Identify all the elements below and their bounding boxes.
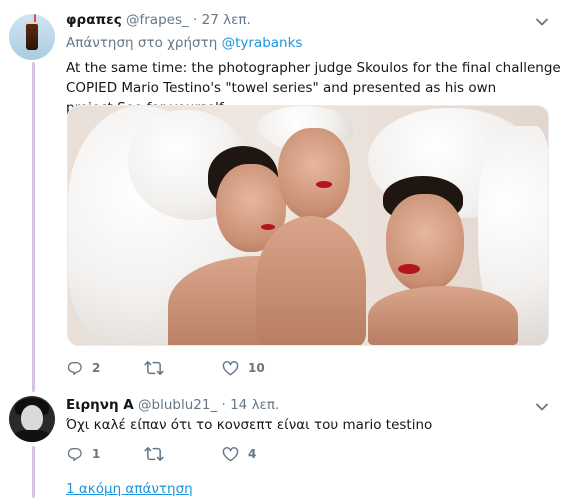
retweet-button[interactable] — [144, 446, 173, 462]
retweet-button[interactable] — [144, 360, 173, 376]
reply-icon — [67, 447, 82, 461]
reply-button[interactable]: 2 — [66, 360, 100, 376]
chevron-down-icon[interactable] — [536, 18, 548, 28]
reply-prefix: Απάντηση στο χρήστη — [66, 35, 218, 51]
like-icon — [222, 447, 239, 462]
retweet-icon — [144, 361, 164, 375]
show-more-replies-link[interactable]: 1 ακόμη απάντηση — [66, 481, 193, 497]
avatar[interactable] — [9, 396, 55, 442]
user-handle[interactable]: @blublu21_ — [138, 397, 217, 413]
like-count: 10 — [248, 361, 265, 375]
separator-dot: · — [193, 12, 198, 28]
reply-button[interactable]: 1 — [66, 446, 100, 462]
display-name[interactable]: Ειρηνη Α — [66, 397, 134, 413]
reply-mention-link[interactable]: @tyrabanks — [222, 35, 303, 51]
like-button[interactable]: 4 — [222, 446, 256, 462]
reply-icon — [67, 361, 82, 375]
display-name[interactable]: φραπες — [66, 12, 122, 28]
timestamp[interactable]: 14 λεπ. — [230, 397, 279, 413]
chevron-down-icon[interactable] — [536, 403, 548, 413]
reply-context: Απάντηση στο χρήστη @tyrabanks — [66, 35, 302, 51]
like-button[interactable]: 10 — [222, 360, 265, 376]
like-count: 4 — [248, 447, 257, 461]
retweet-icon — [144, 447, 164, 461]
tweet-photo[interactable] — [67, 105, 549, 346]
tweet-header: Ειρηνη Α @blublu21_ · 14 λεπ. — [66, 397, 279, 413]
tweet-text: Όχι καλέ είπαν ότι το κονσεπτ είναι του … — [66, 417, 433, 433]
tweet-header: φραπες @frapes_ · 27 λεπ. — [66, 12, 251, 28]
thread-line — [32, 62, 35, 392]
timestamp[interactable]: 27 λεπ. — [202, 12, 251, 28]
separator-dot: · — [221, 397, 226, 413]
avatar[interactable] — [9, 14, 55, 60]
reply-count: 2 — [92, 361, 101, 375]
thread-line — [32, 446, 35, 498]
like-icon — [222, 361, 239, 376]
reply-count: 1 — [92, 447, 101, 461]
user-handle[interactable]: @frapes_ — [126, 12, 189, 28]
